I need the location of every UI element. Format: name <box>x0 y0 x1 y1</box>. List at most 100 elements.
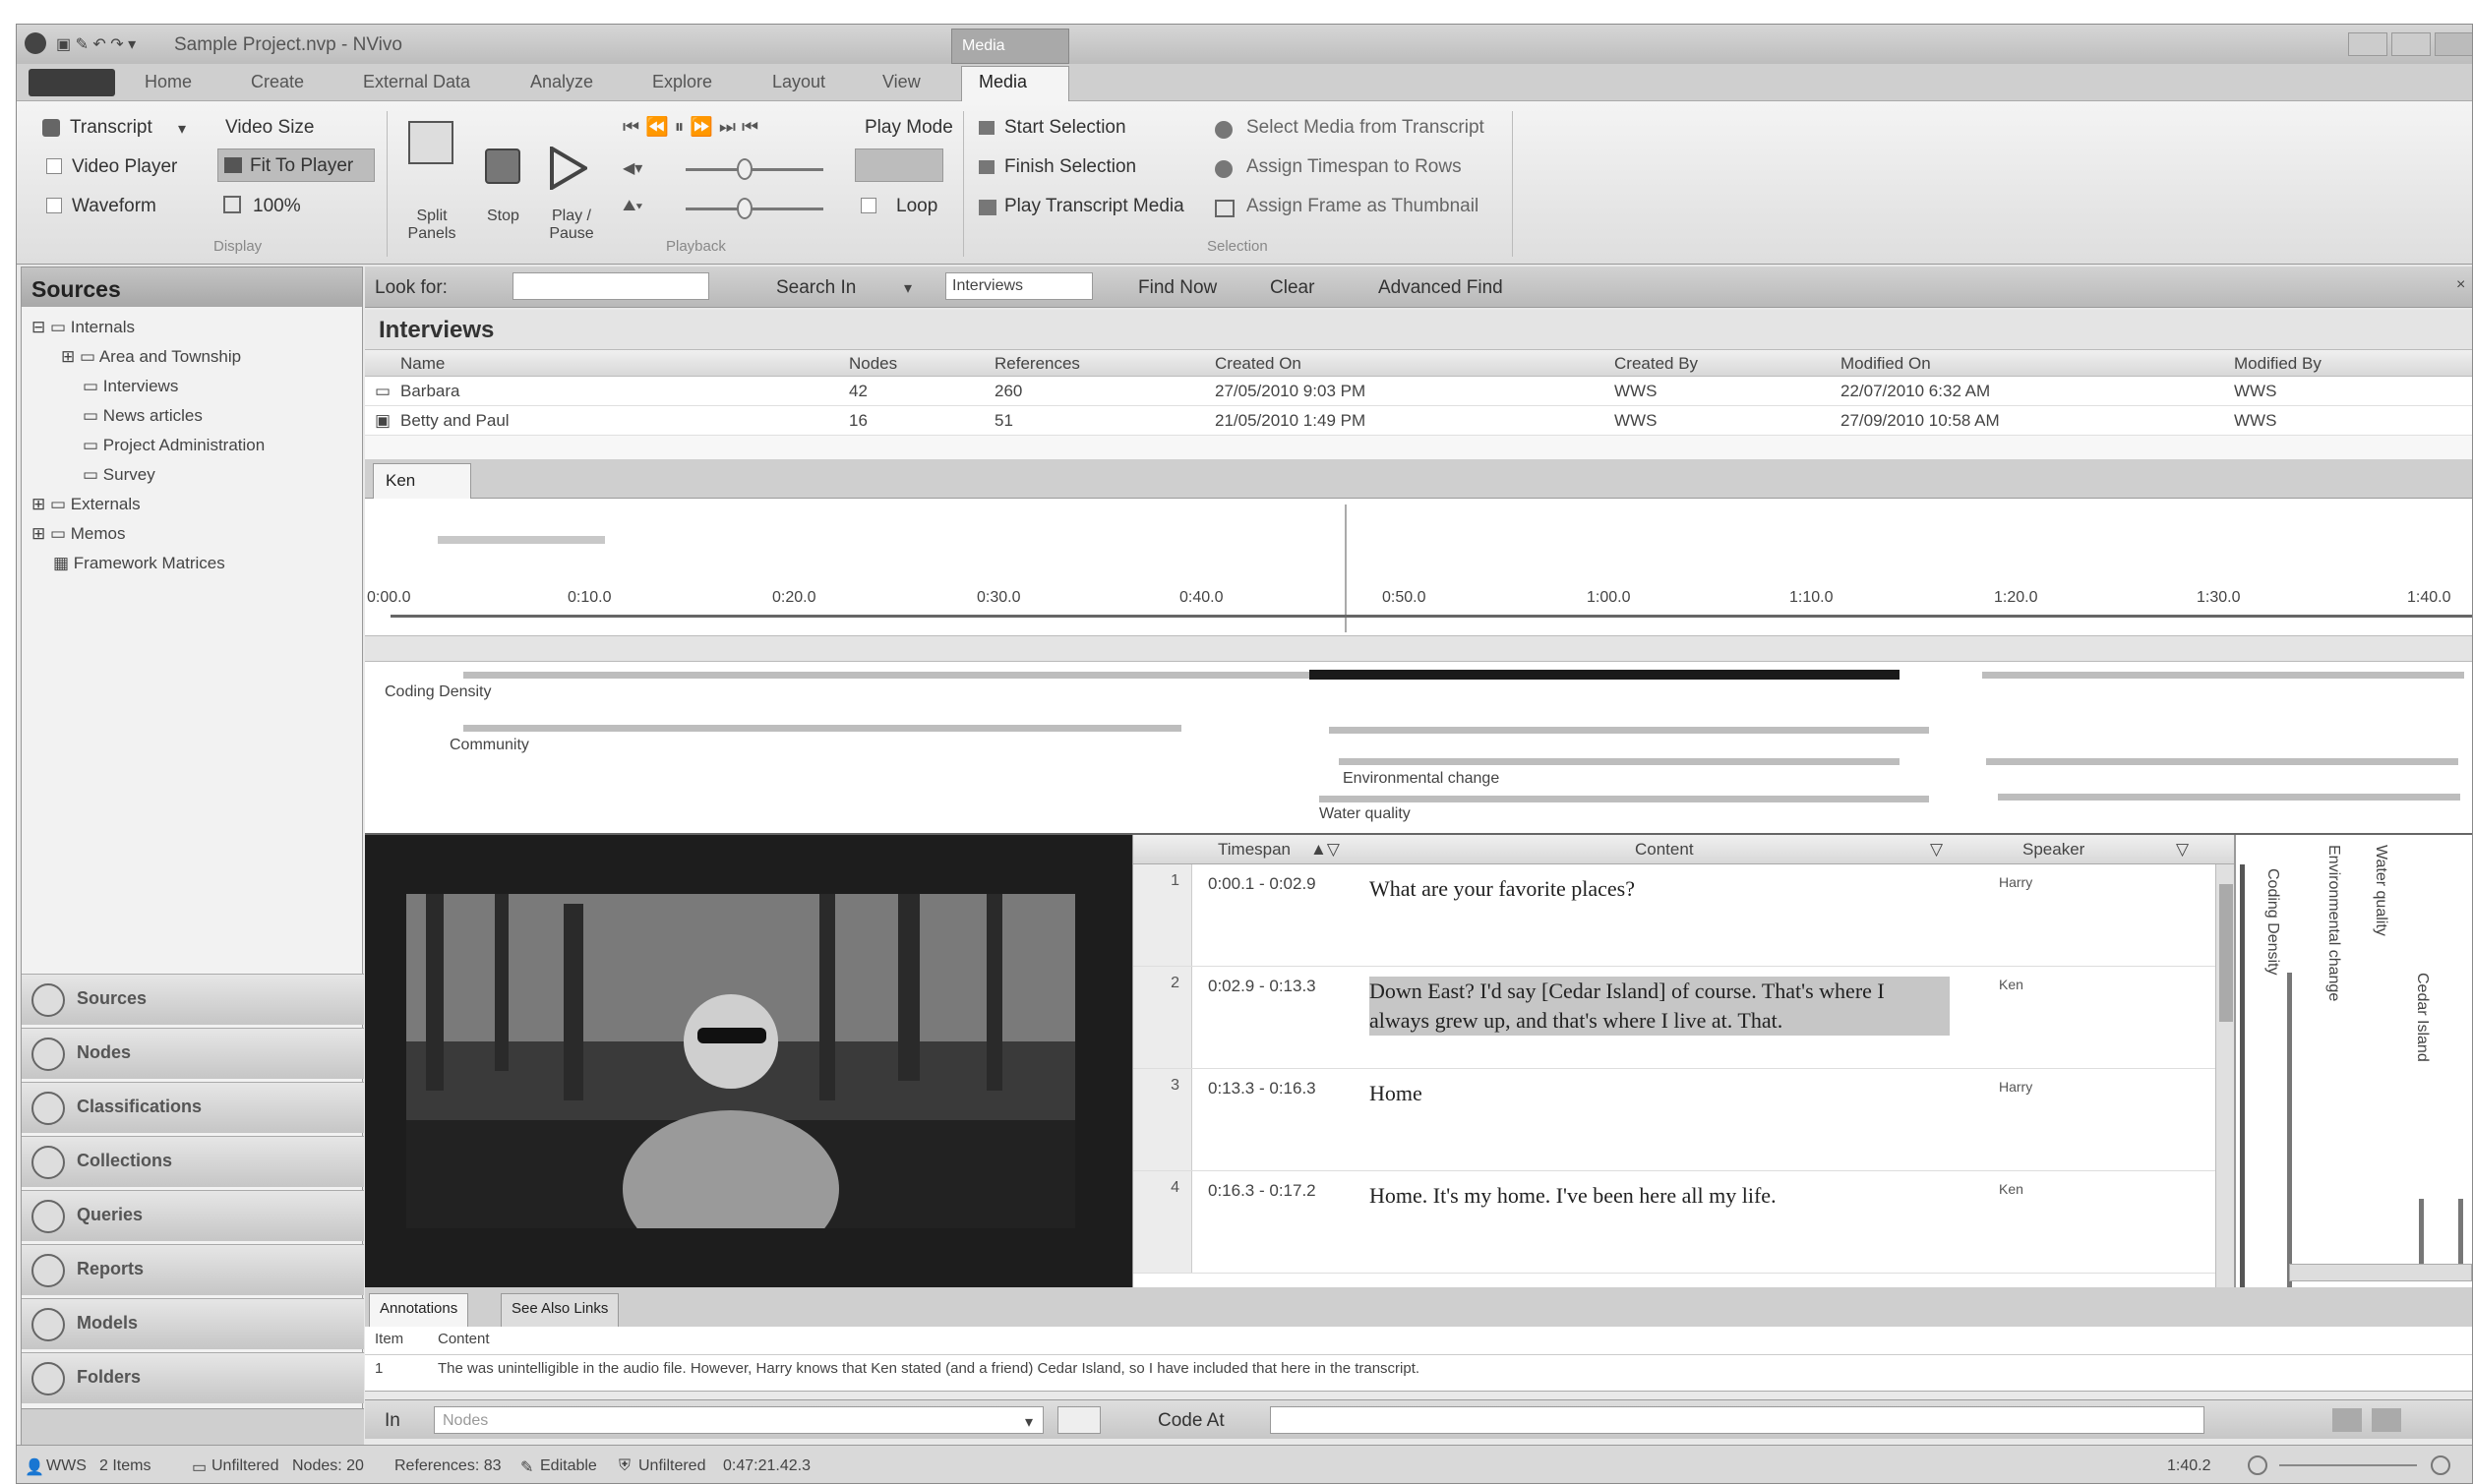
table-row[interactable]: ▭ Barbara 42 260 27/05/2010 9:03 PM WWS … <box>365 377 2472 406</box>
finish-selection-button[interactable]: Finish Selection <box>1004 156 1136 178</box>
fit-to-player-button[interactable]: Fit To Player <box>217 148 375 182</box>
zoom-out-icon[interactable] <box>2248 1455 2267 1475</box>
volume-slider-thumb[interactable] <box>737 158 753 180</box>
tree-item-news-articles[interactable]: ▭ News articles <box>31 401 265 431</box>
timeline-scrollbar[interactable] <box>365 636 2472 662</box>
tab-explore[interactable]: Explore <box>652 72 712 92</box>
nav-button-nodes[interactable]: Nodes <box>22 1028 364 1079</box>
nav-button-reports[interactable]: Reports <box>22 1244 364 1295</box>
stop-button[interactable]: Stop <box>477 119 526 237</box>
column-modified-on[interactable]: Modified On <box>1840 354 1931 374</box>
close-button[interactable] <box>2435 32 2472 56</box>
nav-button-collections[interactable]: Collections <box>22 1136 364 1187</box>
quick-access-toolbar[interactable]: ▣ ✎ ↶ ↷ ▾ <box>56 34 136 54</box>
tab-layout[interactable]: Layout <box>772 72 825 92</box>
tab-home[interactable]: Home <box>145 72 192 92</box>
close-find-icon[interactable]: × <box>2456 276 2465 294</box>
stripe-v-label-coding-density[interactable]: Coding Density <box>2263 868 2281 976</box>
play-pause-button[interactable]: Play / Pause <box>536 119 607 257</box>
zoom-slider[interactable] <box>2279 1464 2417 1466</box>
advanced-find-button[interactable]: Advanced Find <box>1378 277 1503 299</box>
assign-frame-button[interactable]: Assign Frame as Thumbnail <box>1246 196 1478 217</box>
chevron-down-icon[interactable]: ▾ <box>904 278 912 298</box>
tab-external-data[interactable]: External Data <box>363 72 470 92</box>
uncode-button[interactable] <box>2372 1408 2401 1432</box>
tab-see-also-links[interactable]: See Also Links <box>501 1293 620 1327</box>
filter-icon[interactable]: ▽ <box>2176 840 2189 860</box>
transcript-row[interactable]: 1 0:00.1 - 0:02.9 What are your favorite… <box>1133 864 2235 967</box>
transcript-row[interactable]: 3 0:13.3 - 0:16.3 Home Harry <box>1133 1069 2235 1171</box>
select-media-from-transcript-button[interactable]: Select Media from Transcript <box>1246 117 1484 139</box>
minimize-button[interactable] <box>2348 32 2387 56</box>
tree-item-survey[interactable]: ▭ Survey <box>31 460 265 490</box>
tab-annotations[interactable]: Annotations <box>369 1293 469 1327</box>
speed-slider[interactable] <box>686 208 823 210</box>
file-menu-button[interactable] <box>29 69 115 96</box>
volume-slider[interactable] <box>686 168 823 171</box>
nav-button-folders[interactable]: Folders <box>22 1352 364 1403</box>
tab-analyze[interactable]: Analyze <box>530 72 593 92</box>
zoom-100-button[interactable]: 100% <box>253 196 301 217</box>
annotation-row[interactable]: 1 The was unintelligible in the audio fi… <box>365 1354 2472 1384</box>
column-name[interactable]: Name <box>400 354 445 374</box>
column-speaker[interactable]: Speaker <box>2022 840 2084 860</box>
tab-media[interactable]: Media <box>979 72 1027 92</box>
stripe-label-environmental-change[interactable]: Environmental change <box>1343 770 1499 788</box>
loop-checkbox[interactable] <box>861 198 876 213</box>
nodes-select[interactable]: Nodes ▾ <box>434 1406 1044 1434</box>
scrollbar-thumb[interactable] <box>2219 884 2233 1022</box>
column-timespan[interactable]: Timespan <box>1218 840 1291 860</box>
transcript-vertical-scrollbar[interactable] <box>2215 864 2235 1287</box>
video-player[interactable] <box>365 835 1132 1287</box>
stripe-label-community[interactable]: Community <box>450 737 529 754</box>
stripe-v-label-cedar-island[interactable]: Cedar Island <box>2413 973 2431 1062</box>
speed-slider-thumb[interactable] <box>737 198 753 219</box>
stripe-label-water-quality[interactable]: Water quality <box>1319 805 1411 823</box>
start-selection-button[interactable]: Start Selection <box>1004 117 1126 139</box>
column-content[interactable]: Content <box>1635 840 1694 860</box>
tree-item-interviews[interactable]: ▭ Interviews <box>31 372 265 401</box>
transcript-row-selected[interactable]: 2 0:02.9 - 0:13.3 Down East? I'd say [Ce… <box>1133 967 2235 1069</box>
stripe-label-coding-density[interactable]: Coding Density <box>385 683 492 701</box>
column-references[interactable]: References <box>995 354 1080 374</box>
split-panels-button[interactable]: Split Panels <box>394 119 469 257</box>
media-transport-buttons[interactable]: ⏮⏪⏸⏩⏭⏮ <box>623 115 764 139</box>
column-created-by[interactable]: Created By <box>1614 354 1698 374</box>
tab-ken[interactable]: Ken <box>373 463 471 499</box>
maximize-button[interactable] <box>2391 32 2431 56</box>
tab-view[interactable]: View <box>882 72 921 92</box>
table-row[interactable]: ▣ Betty and Paul 16 51 21/05/2010 1:49 P… <box>365 406 2472 436</box>
nav-button-queries[interactable]: Queries <box>22 1190 364 1241</box>
column-created-on[interactable]: Created On <box>1215 354 1301 374</box>
nav-button-sources[interactable]: Sources <box>22 974 364 1025</box>
nav-overflow-bar[interactable] <box>22 1408 364 1448</box>
zoom-in-icon[interactable] <box>2431 1455 2450 1475</box>
stripe-v-label-water-quality[interactable]: Water quality <box>2372 845 2389 936</box>
play-transcript-media-button[interactable]: Play Transcript Media <box>1004 196 1184 217</box>
stripe-v-scrollbar[interactable] <box>2289 1264 2472 1281</box>
code-button[interactable] <box>2332 1408 2362 1432</box>
tree-item-memos[interactable]: ⊞ ▭ Memos <box>31 519 265 549</box>
find-now-button[interactable]: Find Now <box>1138 277 1217 299</box>
tree-item-externals[interactable]: ⊞ ▭ Externals <box>31 490 265 519</box>
tree-item-project-administration[interactable]: ▭ Project Administration <box>31 431 265 460</box>
play-mode-button[interactable] <box>855 148 943 182</box>
tree-item-internals[interactable]: ⊟ ▭ Internals <box>31 313 265 342</box>
look-for-input[interactable] <box>513 272 709 300</box>
transcript-dropdown[interactable]: Transcript <box>70 117 152 139</box>
nav-button-models[interactable]: Models <box>22 1298 364 1349</box>
code-at-input[interactable] <box>1270 1406 2204 1434</box>
tab-create[interactable]: Create <box>251 72 304 92</box>
clear-button[interactable]: Clear <box>1270 277 1314 299</box>
search-in-field[interactable]: Interviews <box>945 272 1093 300</box>
stripe-v-label-environmental-change[interactable]: Environmental change <box>2324 845 2342 1001</box>
column-nodes[interactable]: Nodes <box>849 354 897 374</box>
assign-timespan-button[interactable]: Assign Timespan to Rows <box>1246 156 1462 178</box>
nav-button-classifications[interactable]: Classifications <box>22 1082 364 1133</box>
waveform-checkbox[interactable] <box>46 198 62 213</box>
tree-item-area-and-township[interactable]: ⊞ ▭ Area and Township <box>31 342 265 372</box>
column-modified-by[interactable]: Modified By <box>2234 354 2322 374</box>
browse-button[interactable] <box>1057 1406 1101 1434</box>
transcript-row[interactable]: 4 0:16.3 - 0:17.2 Home. It's my home. I'… <box>1133 1171 2235 1274</box>
filter-icon[interactable]: ▽ <box>1930 840 1943 860</box>
